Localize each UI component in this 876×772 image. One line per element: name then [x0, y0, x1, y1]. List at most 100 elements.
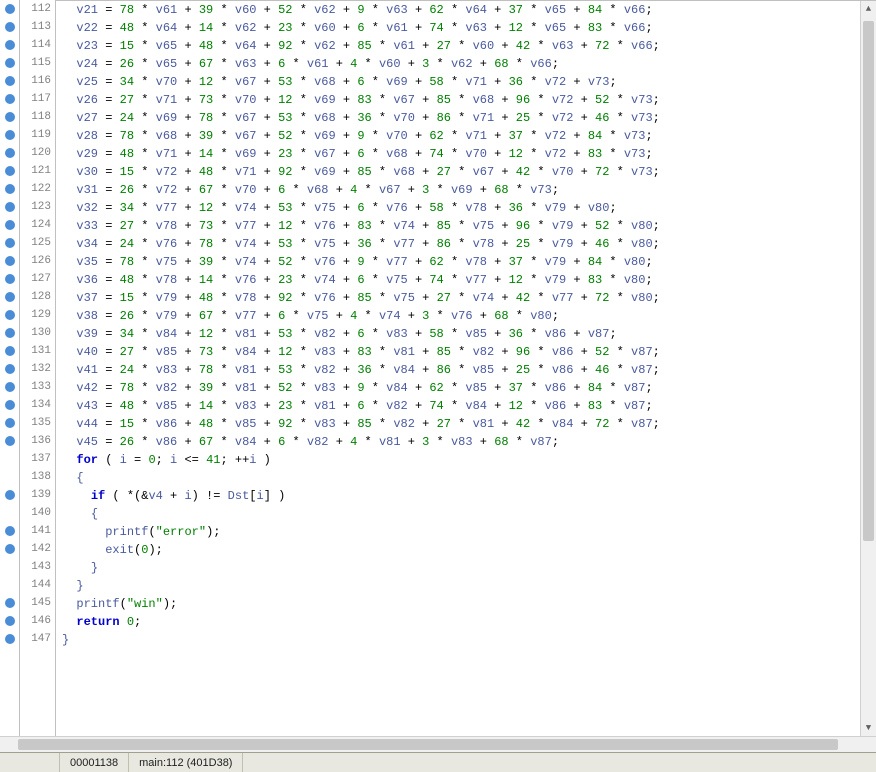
breakpoint-dot-icon[interactable] [5, 256, 15, 266]
line-number[interactable]: 136 [20, 432, 55, 450]
code-line[interactable]: v25 = 34 * v70 + 12 * v67 + 53 * v68 + 6… [56, 73, 876, 91]
line-number[interactable]: 141 [20, 522, 55, 540]
breakpoint-slot[interactable] [0, 216, 19, 234]
vertical-scrollbar[interactable]: ▲ ▼ [860, 1, 876, 736]
line-number[interactable]: 123 [20, 198, 55, 216]
code-line[interactable]: v41 = 24 * v83 + 78 * v81 + 53 * v82 + 3… [56, 361, 876, 379]
breakpoint-dot-icon[interactable] [5, 76, 15, 86]
breakpoint-slot[interactable] [0, 522, 19, 540]
code-line[interactable]: printf("error"); [56, 523, 876, 541]
line-number[interactable]: 144 [20, 576, 55, 594]
breakpoint-dot-icon[interactable] [5, 238, 15, 248]
code-line[interactable]: v33 = 27 * v78 + 73 * v77 + 12 * v76 + 8… [56, 217, 876, 235]
code-line[interactable]: v42 = 78 * v82 + 39 * v81 + 52 * v83 + 9… [56, 379, 876, 397]
breakpoint-dot-icon[interactable] [5, 598, 15, 608]
vertical-scroll-thumb[interactable] [863, 21, 874, 541]
breakpoint-slot[interactable] [0, 144, 19, 162]
code-line[interactable]: v24 = 26 * v65 + 67 * v63 + 6 * v61 + 4 … [56, 55, 876, 73]
horizontal-scroll-thumb[interactable] [18, 739, 838, 750]
code-line[interactable]: v40 = 27 * v85 + 73 * v84 + 12 * v83 + 8… [56, 343, 876, 361]
line-number[interactable]: 122 [20, 180, 55, 198]
line-number[interactable]: 142 [20, 540, 55, 558]
line-number[interactable]: 127 [20, 270, 55, 288]
breakpoint-slot[interactable] [0, 180, 19, 198]
breakpoint-dot-icon[interactable] [5, 166, 15, 176]
code-line[interactable]: v23 = 15 * v65 + 48 * v64 + 92 * v62 + 8… [56, 37, 876, 55]
line-number[interactable]: 133 [20, 378, 55, 396]
breakpoint-slot[interactable] [0, 378, 19, 396]
breakpoint-dot-icon[interactable] [5, 490, 15, 500]
code-line[interactable]: { [56, 469, 876, 487]
breakpoint-dot-icon[interactable] [5, 184, 15, 194]
breakpoint-dot-icon[interactable] [5, 436, 15, 446]
line-number[interactable]: 129 [20, 306, 55, 324]
code-line[interactable]: v22 = 48 * v64 + 14 * v62 + 23 * v60 + 6… [56, 19, 876, 37]
horizontal-scrollbar[interactable] [0, 736, 876, 752]
code-line[interactable]: { [56, 505, 876, 523]
breakpoint-dot-icon[interactable] [5, 292, 15, 302]
breakpoint-dot-icon[interactable] [5, 202, 15, 212]
breakpoint-dot-icon[interactable] [5, 58, 15, 68]
code-line[interactable]: return 0; [56, 613, 876, 631]
breakpoint-slot[interactable] [0, 486, 19, 504]
code-line[interactable]: v34 = 24 * v76 + 78 * v74 + 53 * v75 + 3… [56, 235, 876, 253]
line-number[interactable]: 117 [20, 90, 55, 108]
breakpoint-slot[interactable] [0, 630, 19, 648]
line-number[interactable]: 115 [20, 54, 55, 72]
breakpoint-dot-icon[interactable] [5, 328, 15, 338]
line-number[interactable]: 114 [20, 36, 55, 54]
breakpoint-slot[interactable] [0, 342, 19, 360]
breakpoint-slot[interactable] [0, 162, 19, 180]
breakpoint-slot[interactable] [0, 54, 19, 72]
code-line[interactable]: printf("win"); [56, 595, 876, 613]
line-number[interactable]: 139 [20, 486, 55, 504]
breakpoint-dot-icon[interactable] [5, 94, 15, 104]
breakpoint-slot[interactable] [0, 432, 19, 450]
breakpoint-dot-icon[interactable] [5, 112, 15, 122]
breakpoint-slot[interactable] [0, 414, 19, 432]
code-line[interactable]: for ( i = 0; i <= 41; ++i ) [56, 451, 876, 469]
breakpoint-dot-icon[interactable] [5, 346, 15, 356]
breakpoint-slot[interactable] [0, 198, 19, 216]
code-line[interactable]: v37 = 15 * v79 + 48 * v78 + 92 * v76 + 8… [56, 289, 876, 307]
breakpoint-slot[interactable] [0, 594, 19, 612]
breakpoint-dot-icon[interactable] [5, 634, 15, 644]
breakpoint-slot[interactable] [0, 90, 19, 108]
line-number[interactable]: 137 [20, 450, 55, 468]
line-number[interactable]: 131 [20, 342, 55, 360]
code-line[interactable]: } [56, 577, 876, 595]
breakpoint-dot-icon[interactable] [5, 4, 15, 14]
code-line[interactable]: } [56, 559, 876, 577]
line-number[interactable]: 138 [20, 468, 55, 486]
breakpoint-dot-icon[interactable] [5, 364, 15, 374]
code-line[interactable]: v29 = 48 * v71 + 14 * v69 + 23 * v67 + 6… [56, 145, 876, 163]
code-line[interactable]: v35 = 78 * v75 + 39 * v74 + 52 * v76 + 9… [56, 253, 876, 271]
breakpoint-dot-icon[interactable] [5, 148, 15, 158]
line-number[interactable]: 140 [20, 504, 55, 522]
breakpoint-slot[interactable] [0, 72, 19, 90]
line-number[interactable]: 125 [20, 234, 55, 252]
breakpoint-dot-icon[interactable] [5, 22, 15, 32]
code-line[interactable]: v45 = 26 * v86 + 67 * v84 + 6 * v82 + 4 … [56, 433, 876, 451]
code-line[interactable]: v30 = 15 * v72 + 48 * v71 + 92 * v69 + 8… [56, 163, 876, 181]
code-line[interactable]: v28 = 78 * v68 + 39 * v67 + 52 * v69 + 9… [56, 127, 876, 145]
line-number[interactable]: 134 [20, 396, 55, 414]
line-number[interactable]: 119 [20, 126, 55, 144]
code-line[interactable]: v27 = 24 * v69 + 78 * v67 + 53 * v68 + 3… [56, 109, 876, 127]
code-line[interactable]: v21 = 78 * v61 + 39 * v60 + 52 * v62 + 9… [56, 1, 876, 19]
breakpoint-slot[interactable] [0, 396, 19, 414]
line-number[interactable]: 120 [20, 144, 55, 162]
breakpoint-dot-icon[interactable] [5, 220, 15, 230]
scroll-up-icon[interactable]: ▲ [861, 1, 876, 17]
code-line[interactable]: v36 = 48 * v78 + 14 * v76 + 23 * v74 + 6… [56, 271, 876, 289]
breakpoint-slot[interactable] [0, 0, 19, 18]
line-number[interactable]: 143 [20, 558, 55, 576]
breakpoint-slot[interactable] [0, 324, 19, 342]
scroll-down-icon[interactable]: ▼ [861, 720, 876, 736]
line-number[interactable]: 146 [20, 612, 55, 630]
breakpoint-dot-icon[interactable] [5, 310, 15, 320]
line-number[interactable]: 135 [20, 414, 55, 432]
code-line[interactable]: v31 = 26 * v72 + 67 * v70 + 6 * v68 + 4 … [56, 181, 876, 199]
line-number[interactable]: 121 [20, 162, 55, 180]
line-number[interactable]: 147 [20, 630, 55, 648]
